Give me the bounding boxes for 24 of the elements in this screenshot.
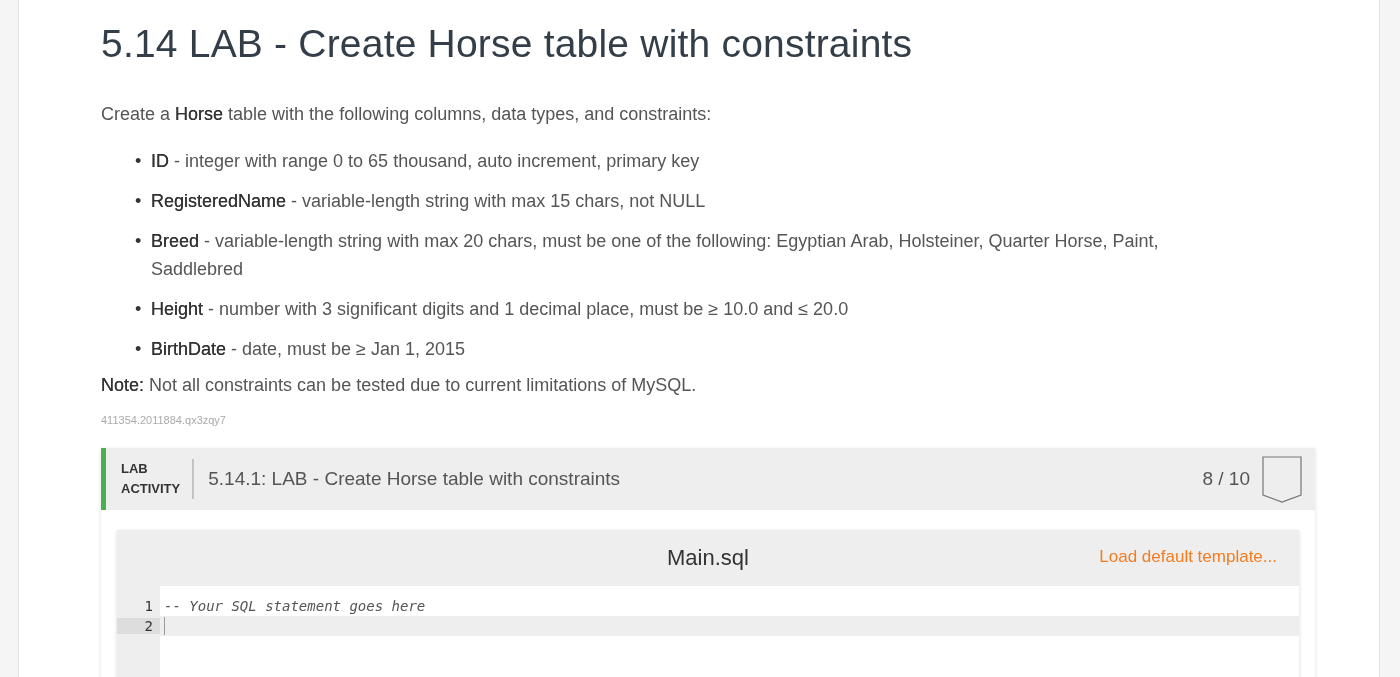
bullet-marker: • [135,230,143,253]
bullet-marker: • [135,338,143,361]
bullet-item: BirthDate - date, must be ≥ Jan 1, 2015 [151,338,466,361]
file-name: Main.sql [667,545,749,571]
activity-title: 5.14.1: LAB - Create Horse table with constraints [208,468,622,490]
line-number: 2 [117,618,160,634]
bullet-item: Breed - variable-length string with max 20 chars, must be one of the following: Egyptian Arab, Holsteiner, Quarter Horse, Paint, Saddlebred [151,230,1160,281]
score-text: 8 / 10 [1202,468,1250,490]
page-title: 5.14 LAB - Create Horse table with constraints [101,21,914,66]
content-id: 411354.2011884.qx3zqy7 [101,414,227,426]
bullet-item: Height - number with 3 significant digits and 1 decimal place, must be ≥ 10.0 and ≤ 20.0 [151,298,849,321]
bullet-item: RegisteredName - variable-length string with max 15 chars, not NULL [151,190,706,213]
line-number: 1 [143,598,154,614]
text-cursor [164,617,165,635]
bullet-marker: • [135,150,143,173]
bullet-item: ID - integer with range 0 to 65 thousand, auto increment, primary key [151,150,700,173]
bullet-marker: • [135,190,143,213]
note-text: Note: Not all constraints can be tested due to current limitations of MySQL. [101,375,698,396]
code-editor[interactable]: 1 -- Your SQL statement goes here 2 [117,586,1299,677]
bullet-marker: • [135,298,143,321]
code-comment: -- Your SQL statement goes here [163,598,426,614]
intro-text: Create a Horse table with the following columns, data types, and constraints: [101,104,713,125]
activity-label: LAB ACTIVITY [121,459,195,499]
badge-icon [1262,455,1302,503]
